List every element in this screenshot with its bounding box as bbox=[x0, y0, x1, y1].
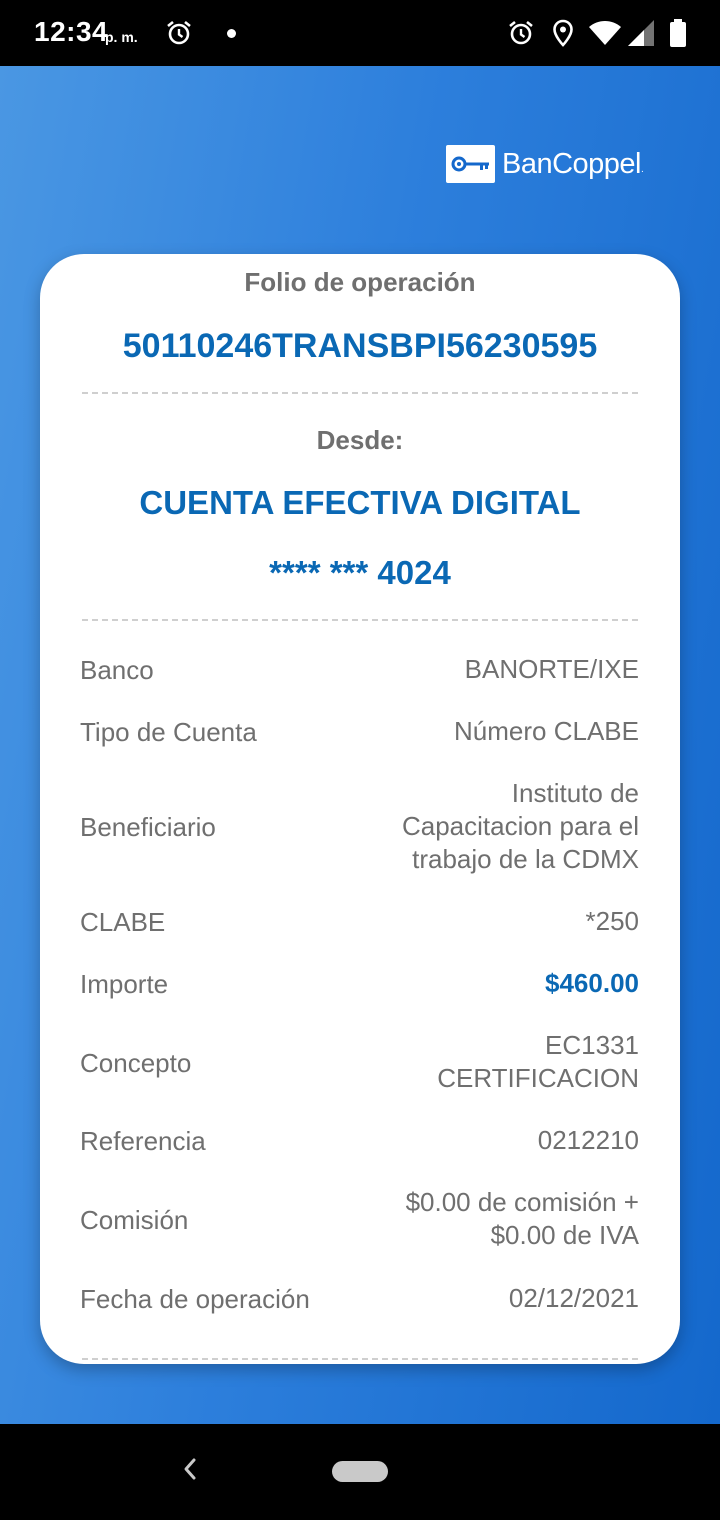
divider bbox=[82, 619, 638, 621]
back-icon[interactable] bbox=[178, 1454, 202, 1484]
alarm-icon bbox=[167, 20, 191, 45]
beneficiary-label: Beneficiario bbox=[80, 812, 216, 842]
notification-dot bbox=[227, 29, 236, 38]
account-type-value: Número CLABE bbox=[454, 716, 639, 746]
bank-value: BANORTE/IXE bbox=[464, 654, 639, 684]
concept-value: EC1331 CERTIFICACION bbox=[437, 1029, 639, 1095]
divider bbox=[82, 1358, 638, 1360]
brand-name: BanCoppel bbox=[502, 147, 642, 180]
reference-label: Referencia bbox=[80, 1126, 206, 1156]
account-name: CUENTA EFECTIVA DIGITAL bbox=[139, 484, 581, 521]
key-icon bbox=[446, 145, 495, 183]
clock-ampm: p. m. bbox=[105, 29, 138, 45]
account-number: **** *** 4024 bbox=[269, 554, 451, 591]
clock: 12:34 bbox=[34, 16, 109, 47]
location-icon bbox=[553, 19, 573, 47]
folio-value: 50110246TRANSBPI56230595 bbox=[122, 327, 598, 365]
from-label: Desde: bbox=[316, 425, 404, 455]
brand-trademark: . bbox=[641, 164, 644, 175]
commission-line: $0.00 de IVA bbox=[490, 1220, 639, 1250]
status-bar: 12:34 p. m. bbox=[0, 0, 720, 66]
divider bbox=[82, 392, 638, 394]
account-type-label: Tipo de Cuenta bbox=[80, 717, 257, 747]
alarm-icon bbox=[509, 20, 533, 45]
beneficiary-value: Instituto de Capacitacion para el trabaj… bbox=[402, 777, 639, 876]
battery-icon bbox=[670, 19, 686, 47]
date-value: 02/12/2021 bbox=[508, 1283, 639, 1313]
beneficiary-line: Instituto de bbox=[511, 778, 639, 808]
amount-label: Importe bbox=[80, 969, 169, 999]
commission-value: $0.00 de comisión + $0.00 de IVA bbox=[406, 1186, 639, 1252]
clabe-label: CLABE bbox=[80, 907, 166, 937]
concept-label: Concepto bbox=[80, 1048, 192, 1078]
home-pill-button[interactable] bbox=[332, 1461, 388, 1482]
beneficiary-line: Capacitacion para el bbox=[401, 811, 639, 841]
bancoppel-logo: BanCoppel . bbox=[446, 145, 644, 183]
commission-line: $0.00 de comisión + bbox=[405, 1187, 639, 1217]
beneficiary-line: trabajo de la CDMX bbox=[412, 844, 639, 874]
clabe-value: *250 bbox=[585, 906, 640, 936]
reference-value: 0212210 bbox=[537, 1125, 639, 1155]
folio-label: Folio de operación bbox=[244, 267, 476, 297]
amount-value: $460.00 bbox=[545, 968, 639, 998]
signal-icon bbox=[628, 20, 654, 46]
date-label: Fecha de operación bbox=[80, 1284, 310, 1314]
concept-line: EC1331 bbox=[545, 1030, 639, 1060]
concept-line: CERTIFICACION bbox=[437, 1063, 639, 1093]
wifi-icon bbox=[589, 21, 621, 45]
receipt-card: Folio de operación 50110246TRANSBPI56230… bbox=[40, 254, 680, 1364]
bank-label: Banco bbox=[80, 655, 154, 685]
commission-label: Comisión bbox=[80, 1205, 189, 1235]
